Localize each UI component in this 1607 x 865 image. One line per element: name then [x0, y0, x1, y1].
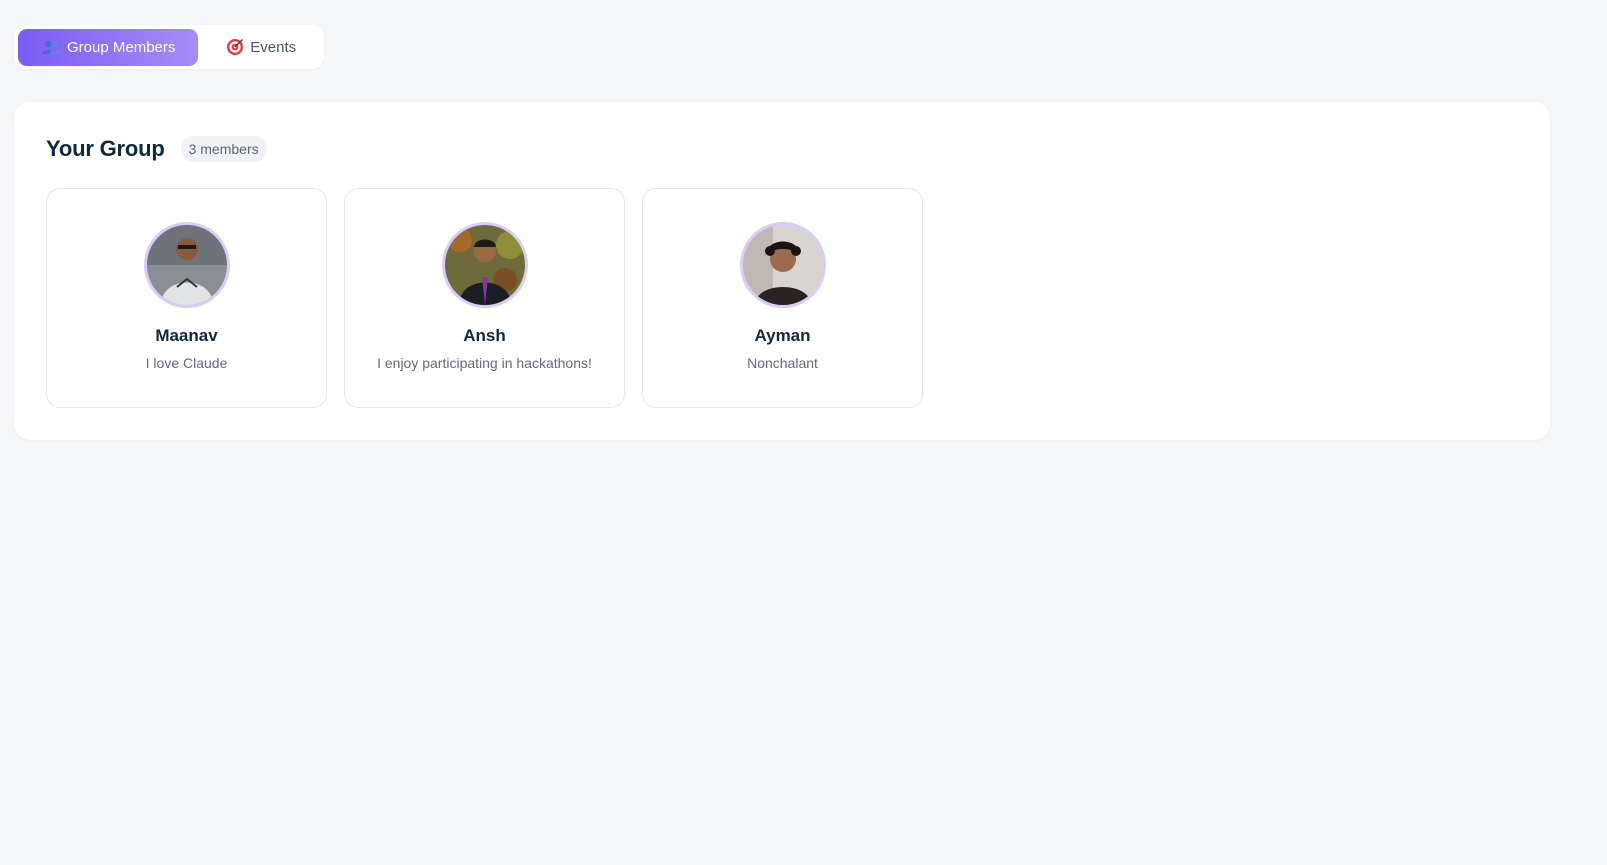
avatar [739, 222, 826, 308]
card-header: Your Group 3 members [46, 136, 267, 162]
tab-label: Group Members [67, 38, 176, 56]
member-card[interactable]: Maanav I love Claude [46, 188, 327, 408]
member-bio: I enjoy participating in hackathons! [377, 355, 592, 371]
member-card[interactable]: Ansh I enjoy participating in hackathons… [344, 188, 625, 408]
page-title: Your Group [46, 136, 165, 161]
member-card[interactable]: Ayman Nonchalant [642, 188, 923, 408]
member-name: Ayman [754, 326, 811, 345]
avatar [441, 222, 528, 308]
member-bio: I love Claude [145, 355, 228, 371]
member-name: Maanav [155, 326, 218, 345]
member-count-badge: 3 members [180, 136, 267, 162]
target-icon [226, 38, 244, 56]
tab-label: Events [250, 38, 297, 56]
tab-events[interactable]: Events [202, 29, 320, 66]
member-bio: Nonchalant [747, 355, 818, 371]
avatar [143, 222, 230, 308]
people-icon [41, 39, 61, 55]
page: Group Members Events Your Group 3 member… [0, 0, 1607, 865]
member-list: Maanav I love Claude Ansh I enjoy partic… [46, 188, 923, 408]
tab-group-members[interactable]: Group Members [18, 28, 199, 66]
member-name: Ansh [463, 326, 506, 345]
group-card: Your Group 3 members Maanav I love Claud… [14, 102, 1550, 440]
tab-bar: Group Members Events [14, 25, 324, 69]
